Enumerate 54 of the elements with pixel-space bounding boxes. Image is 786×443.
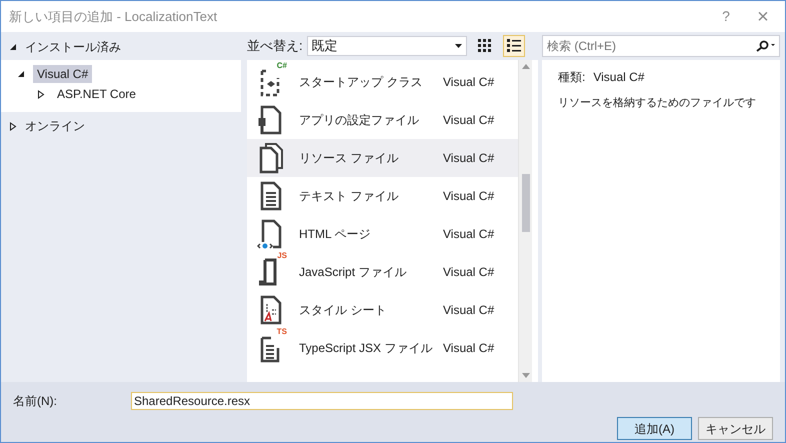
template-type: Visual C# [443,340,494,357]
scrollbar-thumb[interactable] [522,174,530,232]
template-name: TypeScript JSX ファイル [299,340,434,357]
type-value: Visual C# [593,69,644,86]
template-name: JavaScript ファイル [299,264,408,281]
template-type: Visual C# [443,112,494,129]
collapsed-triangle-icon[interactable] [37,90,45,98]
sort-label: 並べ替え: [247,37,303,56]
template-row[interactable]: JS JavaScript ファイル Visual C# [247,253,518,291]
tree-item[interactable]: ASP.NET Core [53,85,140,103]
badge-label: TS [276,328,287,336]
tree-header[interactable]: オンライン [25,117,85,135]
collapsed-triangle-icon[interactable] [9,122,17,130]
type-label: 種類: [558,69,586,86]
dropdown-caret-icon [454,44,462,48]
list-view-icon [506,39,521,53]
template-row[interactable]: アプリの設定ファイル Visual C# [247,101,518,139]
name-field[interactable]: SharedResource.resx [131,392,513,410]
template-type: Visual C# [443,226,494,243]
badge-label: C# [276,62,287,70]
template-name: スタイル シート [299,302,388,319]
expanded-triangle-icon[interactable] [9,42,17,50]
tree-header[interactable]: インストール済み [25,38,121,56]
scrollbar[interactable] [518,60,532,382]
view-toggle[interactable] [502,35,525,57]
search-field[interactable]: 検索 (Ctrl+E) [542,35,780,57]
template-type: Visual C# [443,150,494,167]
template-row[interactable]: HTML ページ Visual C# [247,215,518,253]
window-title: 新しい項目の追加 - LocalizationText [9,8,218,26]
name-label: 名前(N): [13,393,58,410]
badge-label: JS [277,252,287,260]
template-name: リソース ファイル [299,150,400,167]
sort-dropdown[interactable]: 既定 [306,36,467,56]
tree-item[interactable]: Visual C# [33,65,92,83]
template-row[interactable]: C# スタートアップ クラス Visual C# [247,63,518,101]
template-name: テキスト ファイル [299,188,400,205]
template-row[interactable]: スタイル シート Visual C# [247,291,518,329]
grid-view-icon [478,39,492,53]
template-type: Visual C# [443,302,494,319]
template-name: HTML ページ [299,226,372,243]
template-type: Visual C# [443,264,494,281]
template-name: アプリの設定ファイル [299,112,420,129]
expanded-triangle-icon[interactable] [17,70,25,78]
template-name: スタートアップ クラス [299,74,424,91]
dialog-button[interactable]: 追加(A) [617,417,692,440]
template-type: Visual C# [443,188,494,205]
template-type: Visual C# [443,74,494,91]
dialog-button[interactable]: キャンセル [698,417,773,440]
template-row[interactable]: リソース ファイル Visual C# [247,139,518,177]
documents-icon [257,142,285,174]
search-icon [756,40,776,52]
template-row[interactable]: テキスト ファイル Visual C# [247,177,518,215]
template-row[interactable]: TS TypeScript JSX ファイル Visual C# [247,329,518,367]
description: リソースを格納するためのファイルです [558,96,757,111]
